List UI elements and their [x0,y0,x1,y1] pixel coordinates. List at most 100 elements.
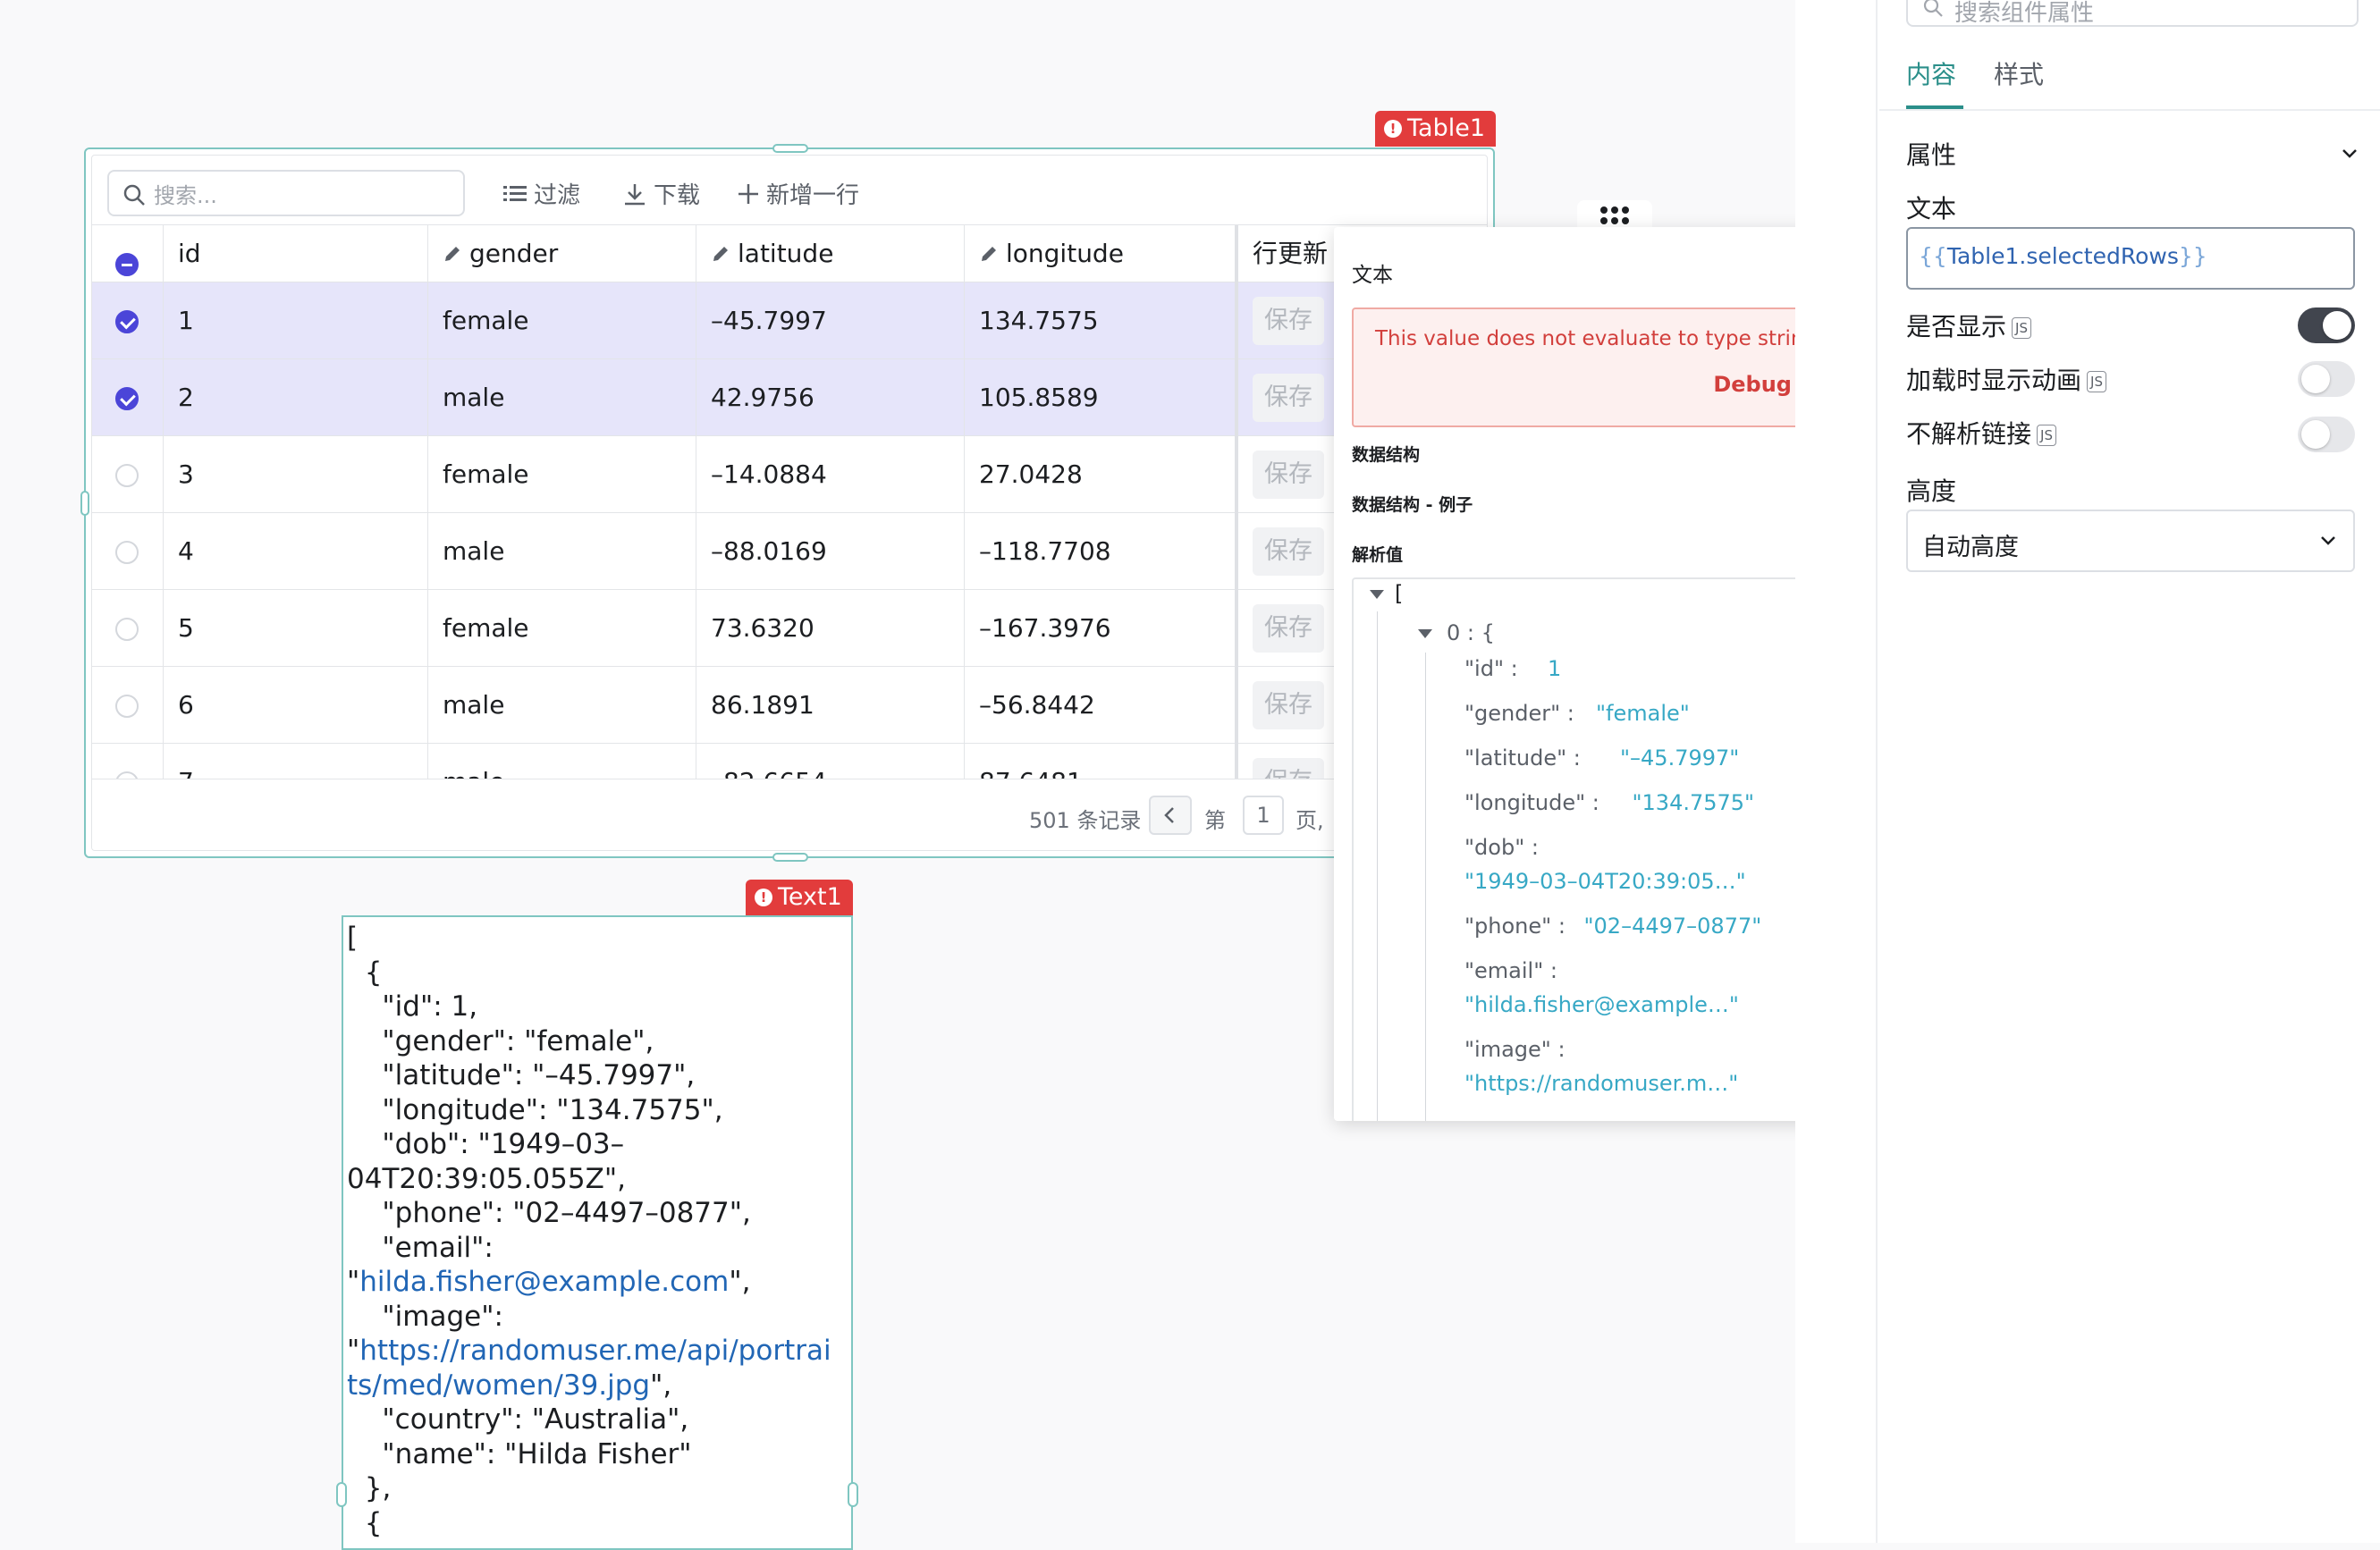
section-properties[interactable]: 属性 [1906,136,2359,172]
prev-page-button[interactable] [1149,796,1192,835]
cell-longitude[interactable]: 105.8589 [965,359,1238,436]
resize-handle-left[interactable] [336,1482,347,1507]
email-link[interactable]: hilda.fisher@example.com [359,1266,729,1298]
js-toggle-badge[interactable]: JS [2087,371,2106,392]
cell-gender[interactable]: male [428,513,696,590]
text-value-input[interactable]: {{Table1.selectedRows}} [1906,227,2355,290]
table-row[interactable]: 7 male –82.6654 87.6481 保存 [92,744,1487,783]
cell-longitude[interactable]: 27.0428 [965,436,1238,513]
cell-latitude[interactable]: 73.6320 [696,590,965,667]
cell-latitude[interactable]: –88.0169 [696,513,965,590]
filter-button[interactable]: 过滤 [503,177,580,210]
table-widget-label[interactable]: ! Table1 [1375,111,1496,147]
save-button[interactable]: 保存 [1253,604,1324,653]
row-select-checkbox[interactable] [115,618,139,641]
table-row[interactable]: 3 female –14.0884 27.0428 保存 [92,436,1487,513]
image-link-continued[interactable]: ts/med/women/39.jpg [347,1369,650,1402]
column-header-id[interactable]: id [164,225,428,282]
alert-icon: ! [755,889,772,906]
cell-latitude[interactable]: –14.0884 [696,436,965,513]
select-all-header[interactable] [92,225,164,282]
row-select-checkbox[interactable] [115,310,139,333]
table-search-input[interactable]: 搜索... [107,170,465,216]
cell-id[interactable]: 5 [164,590,428,667]
property-search-input[interactable]: 搜索组件属性 [1906,0,2359,27]
page-input[interactable]: 1 [1243,796,1284,835]
select-all-checkbox[interactable] [115,253,139,276]
save-button[interactable]: 保存 [1253,527,1324,576]
column-header-gender[interactable]: gender [428,225,696,282]
row-select-checkbox[interactable] [115,387,139,410]
page-suffix: 页, [1295,808,1324,833]
cell-longitude[interactable]: –118.7708 [965,513,1238,590]
table-row[interactable]: 5 female 73.6320 –167.3976 保存 [92,590,1487,667]
table-widget-name: Table1 [1407,114,1485,142]
resize-handle-left[interactable] [80,491,89,516]
table-widget[interactable]: 搜索... 过滤 下载 新增一行 id gender latitude long… [80,144,1495,862]
cell-gender[interactable]: male [428,667,696,744]
cell-longitude[interactable]: –56.8442 [965,667,1238,744]
save-button[interactable]: 保存 [1253,451,1324,499]
save-button[interactable]: 保存 [1253,681,1324,729]
column-header-latitude[interactable]: latitude [696,225,965,282]
no-parse-links-label: 不解析链接 JS [1906,415,2056,451]
cell-id[interactable]: 1 [164,282,428,359]
cell-longitude[interactable]: 134.7575 [965,282,1238,359]
cell-id[interactable]: 4 [164,513,428,590]
add-row-button[interactable]: 新增一行 [738,177,859,210]
row-select-checkbox[interactable] [115,464,139,487]
cell-latitude[interactable]: 86.1891 [696,667,965,744]
section-evaluated-value[interactable]: 解析值 [1352,542,1847,566]
save-button[interactable]: 保存 [1253,297,1324,345]
column-header-longitude[interactable]: longitude [965,225,1238,282]
text-widget-label[interactable]: ! Text1 [746,880,853,915]
cell-gender[interactable]: male [428,359,696,436]
no-parse-links-toggle[interactable] [2298,417,2355,452]
cell-id[interactable]: 7 [164,744,428,783]
section-data-structure[interactable]: 数据结构 [1352,442,1847,466]
section-label: 解析值 [1352,545,1404,565]
collapse-triangle-icon[interactable] [1418,629,1432,638]
cell-latitude[interactable]: 42.9756 [696,359,965,436]
resize-handle-top[interactable] [772,144,808,153]
tab-content[interactable]: 内容 [1906,55,1963,109]
download-button[interactable]: 下载 [623,177,700,210]
section-data-structure-example[interactable]: 数据结构 - 例子 [1352,492,1847,516]
cell-id[interactable]: 3 [164,436,428,513]
table-footer: 501 条记录 第 1 页, [92,779,1487,850]
loading-animation-toggle[interactable] [2298,361,2355,397]
table-row[interactable]: 4 male –88.0169 –118.7708 保存 [92,513,1487,590]
label-text: 是否显示 [1906,312,2007,341]
json-key: "latitude" : [1464,746,1581,771]
resize-handle-bottom[interactable] [772,853,808,862]
popover-drag-handle[interactable] [1577,200,1652,231]
image-link[interactable]: https://randomuser.me/api/portrai [359,1335,831,1367]
cell-id[interactable]: 6 [164,667,428,744]
text-line: "dob": "1949–03– [347,1128,625,1160]
cell-longitude[interactable]: –167.3976 [965,590,1238,667]
cell-latitude[interactable]: –45.7997 [696,282,965,359]
cell-longitude[interactable]: 87.6481 [965,744,1238,783]
text-widget[interactable]: [ { "id": 1, "gender": "female", "latitu… [336,915,858,1550]
cell-id[interactable]: 2 [164,359,428,436]
json-key: "id" : [1464,656,1518,681]
tab-style[interactable]: 样式 [1994,55,2044,91]
cell-latitude[interactable]: –82.6654 [696,744,965,783]
cell-gender[interactable]: female [428,590,696,667]
row-select-checkbox[interactable] [115,541,139,564]
table-body: 1 female –45.7997 134.7575 保存 2 male 42.9756 105… [92,282,1487,783]
height-select[interactable]: 自动高度 [1906,510,2355,572]
save-button[interactable]: 保存 [1253,374,1324,422]
table-row[interactable]: 2 male 42.9756 105.8589 保存 [92,359,1487,436]
cell-gender[interactable]: female [428,282,696,359]
visible-toggle[interactable] [2298,307,2355,343]
cell-gender[interactable]: male [428,744,696,783]
cell-gender[interactable]: female [428,436,696,513]
collapse-triangle-icon[interactable] [1370,590,1384,599]
table-row[interactable]: 6 male 86.1891 –56.8442 保存 [92,667,1487,744]
js-toggle-badge[interactable]: JS [2037,425,2056,446]
row-select-checkbox[interactable] [115,695,139,718]
resize-handle-right[interactable] [848,1482,858,1507]
js-toggle-badge[interactable]: JS [2012,317,2031,339]
table-row[interactable]: 1 female –45.7997 134.7575 保存 [92,282,1487,359]
